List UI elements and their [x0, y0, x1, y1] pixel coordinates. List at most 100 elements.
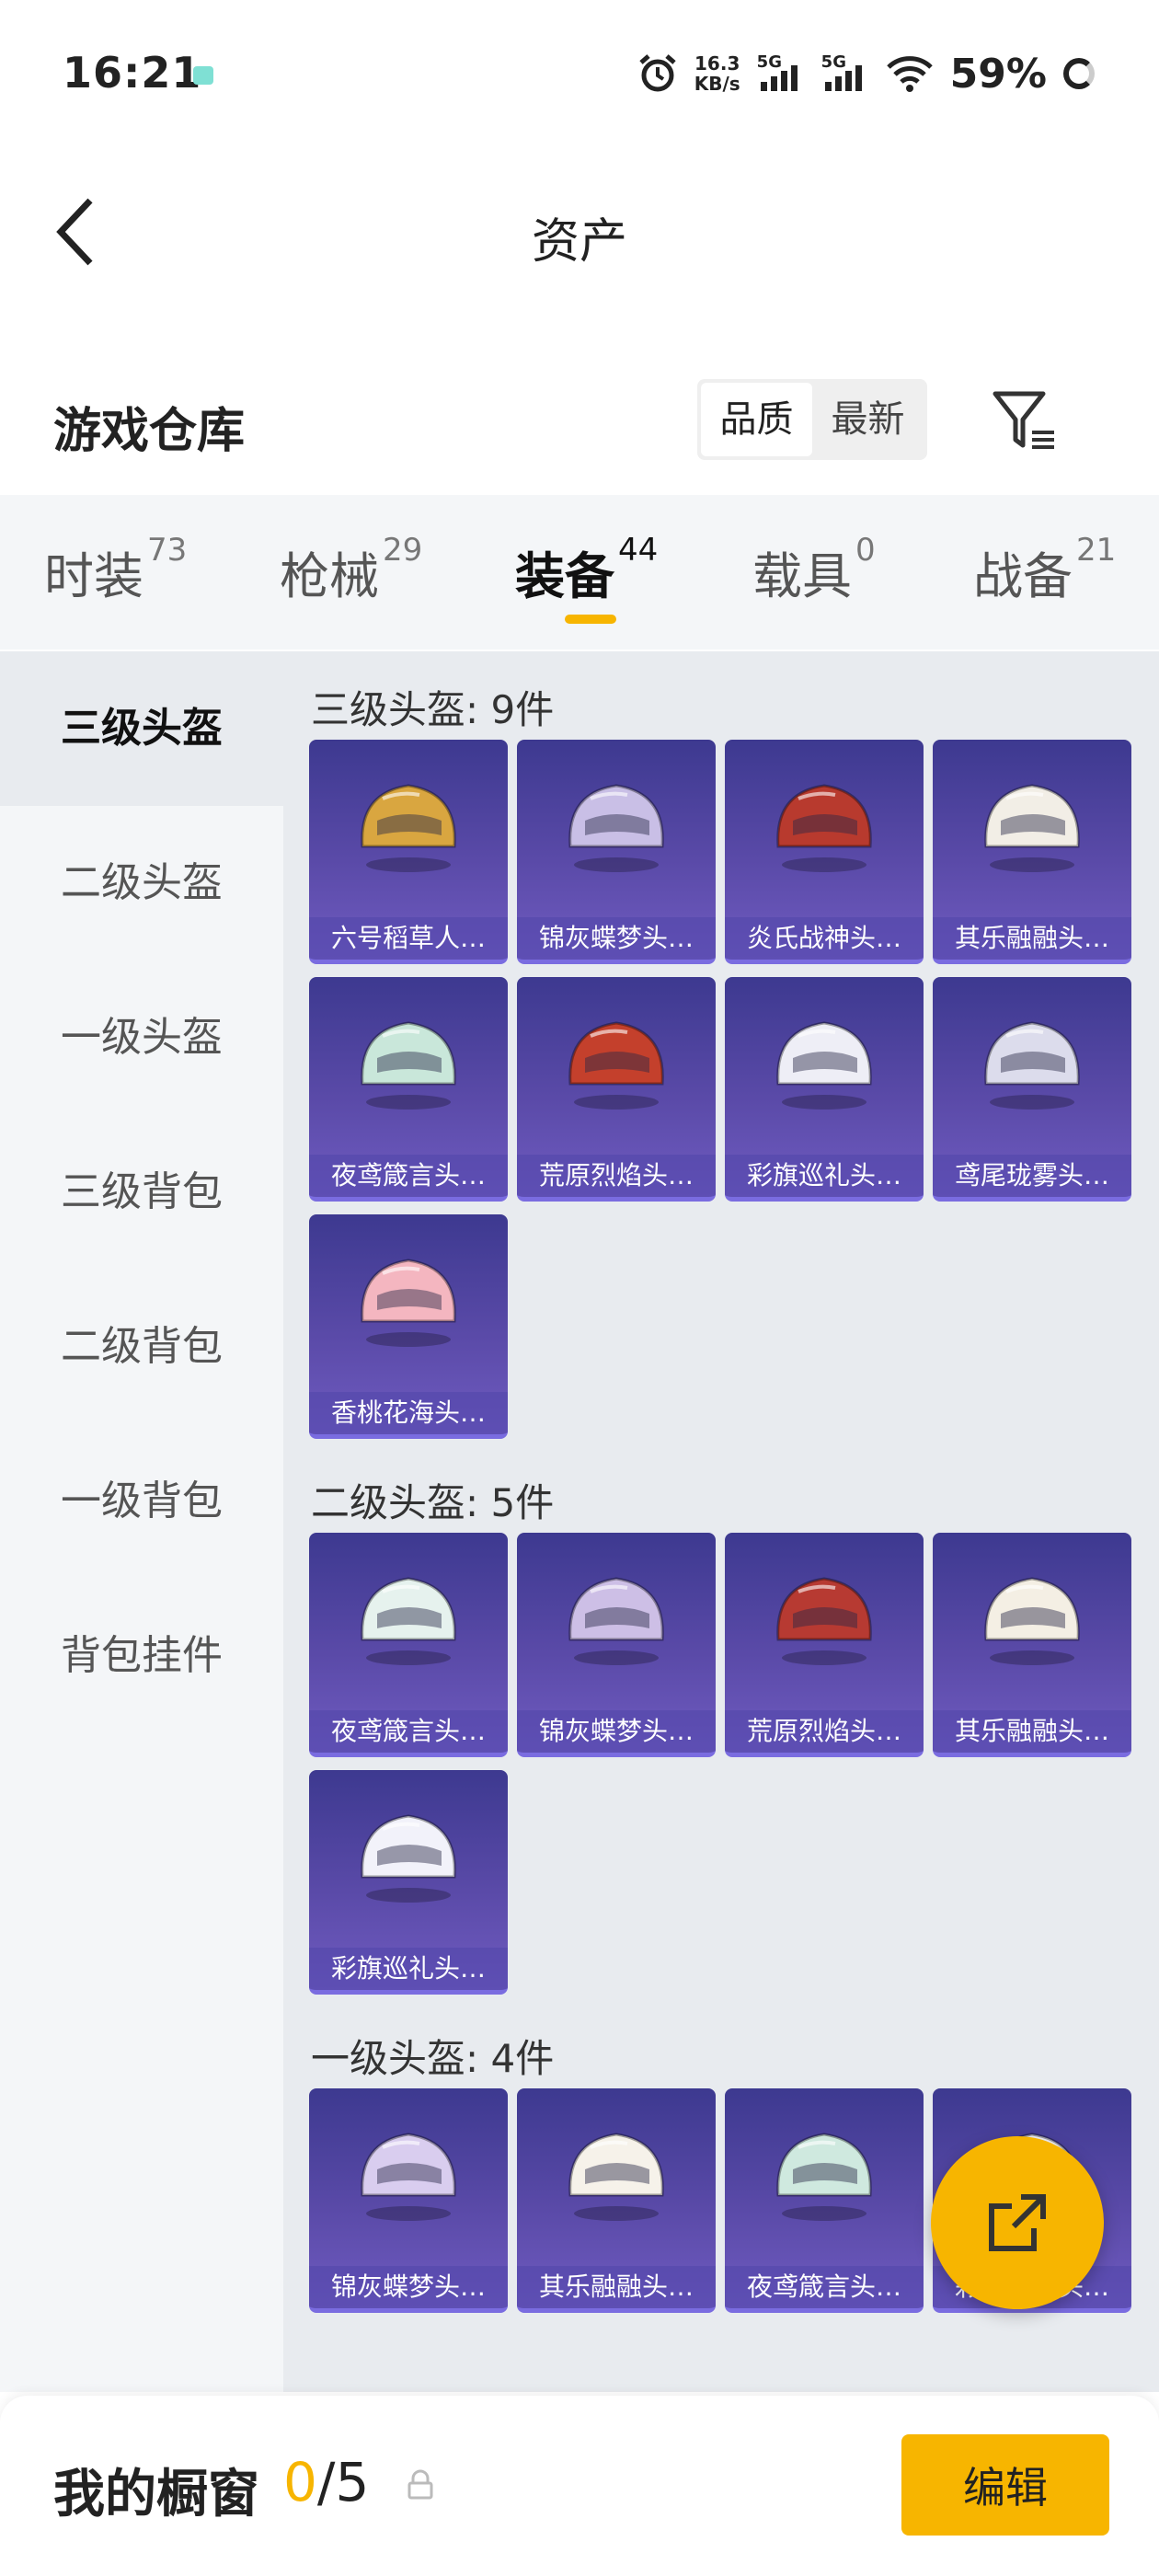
helmet-icon — [776, 1021, 872, 1110]
item-grid-area: 三级头盔: 9件 六号稻草人… 锦灰蝶梦头… 炎氏战神头… 其乐融融头… 夜鸢箴言头… 荒原… — [283, 651, 1159, 2392]
edit-button[interactable]: 编辑 — [901, 2434, 1109, 2536]
active-tab-indicator — [565, 615, 616, 624]
item-name: 其乐融融头… — [933, 1710, 1131, 1753]
sidebar-item-level2-helmet[interactable]: 二级头盔 — [0, 806, 283, 960]
tab-fashion-label: 时装 — [44, 547, 143, 605]
item-card[interactable]: 锦灰蝶梦头… — [517, 740, 716, 964]
showcase-max: 5 — [335, 2451, 370, 2513]
helmet-icon — [776, 1577, 872, 1665]
item-card[interactable]: 夜鸢箴言头… — [725, 2088, 924, 2313]
signal-icon-sim2: 5G — [821, 52, 869, 95]
sidebar-item-backpack-charm[interactable]: 背包挂件 — [0, 1579, 283, 1733]
item-card[interactable]: 炎氏战神头… — [725, 740, 924, 964]
signal-icon-sim1: 5G — [757, 52, 805, 95]
battery-percent: 59% — [949, 50, 1047, 98]
item-card[interactable]: 其乐融融头… — [517, 2088, 716, 2313]
share-fab-button[interactable] — [931, 2136, 1104, 2309]
sidebar-item-level1-backpack[interactable]: 一级背包 — [0, 1424, 283, 1579]
tab-vehicles-label: 载具 — [752, 547, 852, 605]
warehouse-header: 游戏仓库 品质 最新 — [0, 350, 1159, 488]
helmet-icon — [568, 784, 664, 872]
sidebar-item-level3-backpack[interactable]: 三级背包 — [0, 1115, 283, 1270]
item-name: 荒原烈焰头… — [725, 1710, 924, 1753]
filter-icon[interactable] — [990, 386, 1060, 456]
sidebar-item-level3-helmet[interactable]: 三级头盔 — [0, 651, 283, 806]
tab-fashion[interactable]: 时装 73 — [44, 532, 187, 608]
item-name: 炎氏战神头… — [725, 917, 924, 960]
item-card[interactable]: 六号稻草人… — [309, 740, 508, 964]
status-time: 16:21 — [63, 48, 202, 98]
tab-battle-gear[interactable]: 战备 21 — [973, 532, 1117, 608]
item-card[interactable]: 彩旗巡礼头… — [309, 1770, 508, 1995]
sort-option-quality[interactable]: 品质 — [701, 383, 812, 456]
tab-battle-gear-count: 21 — [1076, 532, 1117, 569]
showcase-count: 0/5 — [283, 2451, 369, 2513]
item-name: 彩旗巡礼头… — [725, 1155, 924, 1197]
helmet-icon — [776, 784, 872, 872]
helmet-icon — [568, 2133, 664, 2221]
item-name: 锦灰蝶梦头… — [309, 2266, 508, 2308]
helmet-icon — [568, 1021, 664, 1110]
helmet-icon — [984, 784, 1080, 872]
helmet-icon — [361, 1259, 456, 1347]
item-card[interactable]: 彩旗巡礼头… — [725, 977, 924, 1202]
item-card[interactable]: 荒原烈焰头… — [517, 977, 716, 1202]
title-bar: 资产 — [0, 147, 1159, 304]
item-name: 香桃花海头… — [309, 1392, 508, 1434]
tab-equipment[interactable]: 装备 44 — [515, 532, 659, 608]
helmet-icon — [568, 1577, 664, 1665]
net-speed-value: 16.3 — [694, 52, 740, 75]
subcategory-sidebar: 三级头盔 二级头盔 一级头盔 三级背包 二级背包 一级背包 背包挂件 — [0, 651, 283, 2392]
tab-vehicles-count: 0 — [855, 532, 876, 569]
sort-toggle: 品质 最新 — [697, 379, 927, 460]
item-name: 彩旗巡礼头… — [309, 1948, 508, 1990]
item-card[interactable]: 香桃花海头… — [309, 1214, 508, 1439]
showcase-separator: / — [316, 2451, 336, 2513]
status-bar: 16:21 16.3 KB/s 5G 5G 59% — [0, 0, 1159, 147]
showcase-label: 我的橱窗 — [53, 2465, 259, 2524]
helmet-icon — [361, 784, 456, 872]
item-name: 夜鸢箴言头… — [309, 1710, 508, 1753]
item-name: 锦灰蝶梦头… — [517, 917, 716, 960]
item-card[interactable]: 夜鸢箴言头… — [309, 1533, 508, 1757]
helmet-icon — [361, 1814, 456, 1903]
item-card[interactable]: 夜鸢箴言头… — [309, 977, 508, 1202]
sidebar-item-level1-helmet[interactable]: 一级头盔 — [0, 960, 283, 1115]
item-name: 六号稻草人… — [309, 917, 508, 960]
helmet-icon — [361, 2133, 456, 2221]
network-speed: 16.3 KB/s — [694, 53, 740, 94]
notification-icon — [193, 66, 213, 85]
net-speed-unit: KB/s — [694, 73, 740, 95]
helmet-icon — [361, 1577, 456, 1665]
page-title: 资产 — [531, 214, 627, 270]
tab-firearms-label: 枪械 — [280, 547, 379, 605]
item-name: 其乐融融头… — [517, 2266, 716, 2308]
item-card[interactable]: 锦灰蝶梦头… — [309, 2088, 508, 2313]
sidebar-item-level2-backpack[interactable]: 二级背包 — [0, 1270, 283, 1424]
battery-icon — [1063, 58, 1095, 89]
item-card[interactable]: 锦灰蝶梦头… — [517, 1533, 716, 1757]
tab-vehicles[interactable]: 载具 0 — [752, 532, 876, 608]
alarm-icon — [639, 54, 676, 92]
wifi-icon — [886, 56, 933, 92]
share-icon — [989, 2194, 1046, 2251]
tab-equipment-label: 装备 — [515, 547, 614, 605]
showcase-bar: 我的橱窗 0/5 编辑 — [0, 2396, 1159, 2576]
tab-firearms-count: 29 — [383, 532, 423, 569]
sort-option-latest[interactable]: 最新 — [812, 383, 924, 456]
item-name: 锦灰蝶梦头… — [517, 1710, 716, 1753]
lock-icon — [407, 2469, 433, 2500]
tab-equipment-count: 44 — [618, 532, 659, 569]
item-card[interactable]: 其乐融融头… — [933, 740, 1131, 964]
item-name: 鸢尾珑雾头… — [933, 1155, 1131, 1197]
helmet-icon — [984, 1021, 1080, 1110]
item-card[interactable]: 鸢尾珑雾头… — [933, 977, 1131, 1202]
item-card[interactable]: 其乐融融头… — [933, 1533, 1131, 1757]
helmet-icon — [984, 1577, 1080, 1665]
section-title: 二级头盔: 5件 — [311, 1480, 555, 1525]
item-card[interactable]: 荒原烈焰头… — [725, 1533, 924, 1757]
section-title: 三级头盔: 9件 — [311, 687, 555, 732]
tab-firearms[interactable]: 枪械 29 — [280, 532, 423, 608]
item-name: 夜鸢箴言头… — [725, 2266, 924, 2308]
warehouse-title: 游戏仓库 — [53, 404, 246, 459]
